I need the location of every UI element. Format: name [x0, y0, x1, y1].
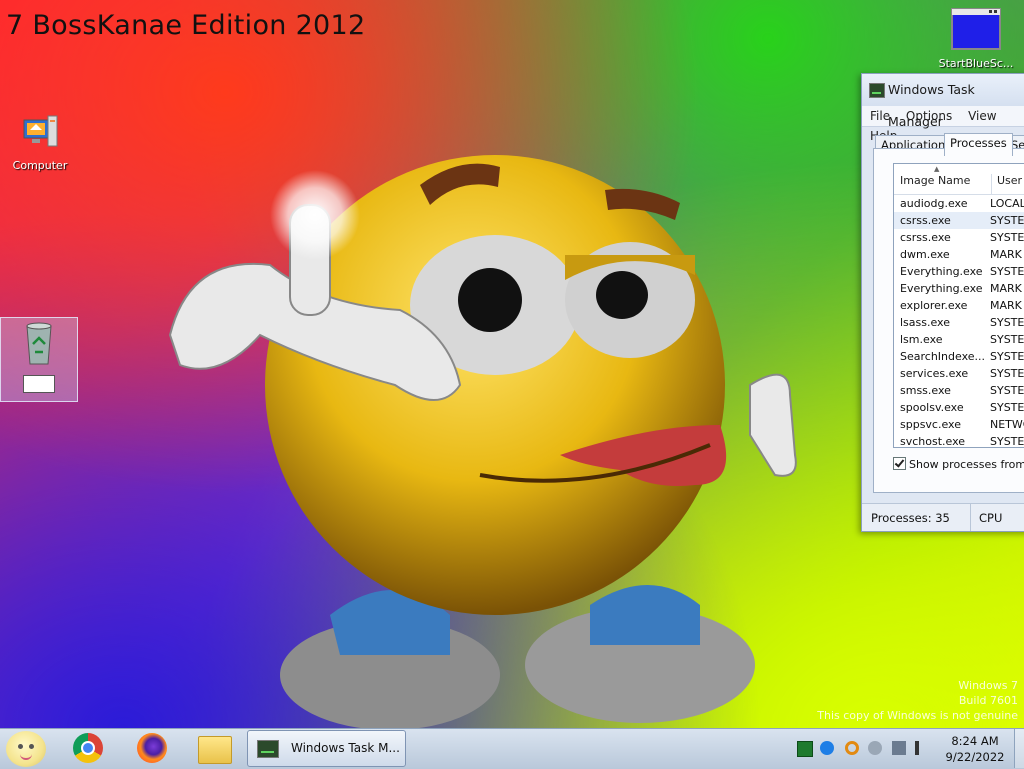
sort-ascending-icon: ▲	[934, 165, 940, 173]
process-image-name: sppsvc.exe	[900, 418, 961, 431]
process-image-name: explorer.exe	[900, 299, 968, 312]
processes-panel: ▲ Image Name User Na audiodg.exe LOCAL csr…	[873, 148, 1024, 493]
task-manager-icon	[869, 83, 885, 98]
firefox-icon[interactable]	[137, 733, 167, 763]
column-user-name[interactable]: User Na	[991, 174, 1024, 194]
process-rows: audiodg.exeLOCALcsrss.exeSYSTEMcsrss.exe…	[894, 195, 1024, 450]
tray-network-icon[interactable]	[892, 741, 906, 755]
desktop-icon-startbluescreen-label: StartBlueSc...	[938, 57, 1014, 70]
watermark-line-2: Build 7601	[958, 694, 1018, 707]
process-user-name: SYSTEM	[990, 401, 1024, 414]
process-image-name: Everything.exe	[900, 282, 983, 295]
process-user-name: SYSTEM	[990, 384, 1024, 397]
task-manager-statusbar: Processes: 35 CPU Usag	[862, 503, 1024, 531]
process-user-name: SYSTEM	[990, 350, 1024, 363]
show-desktop-button[interactable]	[1014, 729, 1024, 768]
task-manager-icon	[257, 740, 279, 758]
tray-teamviewer-icon[interactable]	[820, 741, 834, 755]
tray-smiley-icon[interactable]	[868, 741, 882, 755]
process-image-name: services.exe	[900, 367, 969, 380]
smiley-wallpaper-illustration	[168, 155, 797, 730]
task-manager-window[interactable]: Windows Task Manager File Options View H…	[861, 73, 1024, 532]
process-user-name: MARK Z	[990, 248, 1024, 261]
clock-date: 9/22/2022	[945, 750, 1005, 764]
edition-banner: 7 BossKanae Edition 2012	[6, 10, 366, 41]
process-image-name: csrss.exe	[900, 214, 951, 227]
start-smiley-eye-icon	[29, 744, 34, 749]
show-all-processes-checkbox[interactable]: Show processes from all	[893, 457, 1024, 471]
process-image-name: csrss.exe	[900, 231, 951, 244]
show-all-processes-label: Show processes from all	[909, 458, 1024, 471]
process-user-name: MARK Z	[990, 299, 1024, 312]
taskbar-button-label: Windows Task M...	[291, 741, 400, 755]
process-image-name: lsass.exe	[900, 316, 950, 329]
process-image-name: audiodg.exe	[900, 197, 968, 210]
taskbar-clock[interactable]: 8:24 AM 9/22/2022	[940, 733, 1010, 765]
process-row[interactable]: dwm.exe MARK Z	[894, 246, 1024, 263]
computer-icon	[23, 115, 58, 147]
start-button[interactable]	[6, 731, 46, 767]
process-row[interactable]: csrss.exe SYSTEM	[894, 229, 1024, 246]
tray-app-icon[interactable]	[797, 741, 813, 757]
process-user-name: LOCAL	[990, 197, 1024, 210]
process-row[interactable]: Everything.exe MARK Z	[894, 280, 1024, 297]
tray-volume-icon[interactable]	[915, 741, 927, 755]
process-user-name: SYSTEM	[990, 435, 1024, 448]
status-processes: Processes: 35	[871, 511, 950, 525]
process-row[interactable]: SearchIndexe... SYSTEM	[894, 348, 1024, 365]
process-row[interactable]: audiodg.exe LOCAL	[894, 195, 1024, 212]
watermark-line-3: This copy of Windows is not genuine	[817, 709, 1018, 722]
chrome-icon[interactable]	[73, 733, 103, 763]
process-list-header: ▲ Image Name User Na	[894, 164, 1024, 195]
tray-search-icon[interactable]	[845, 741, 859, 755]
process-user-name: SYSTEM	[990, 333, 1024, 346]
folder-icon[interactable]	[198, 736, 232, 764]
desktop-icon-computer-label: Computer	[12, 159, 68, 172]
windows-watermark: Windows 7 Build 7601 This copy of Window…	[817, 678, 1018, 723]
process-image-name: Everything.exe	[900, 265, 983, 278]
bluescreen-window-icon	[951, 8, 1001, 50]
process-row[interactable]: lsm.exe SYSTEM	[894, 331, 1024, 348]
tab-processes[interactable]: Processes	[944, 133, 1013, 156]
desktop-icon-computer[interactable]: Computer	[2, 112, 78, 172]
task-manager-titlebar[interactable]: Windows Task Manager	[862, 74, 1024, 129]
status-cpu-usage: CPU Usag	[970, 504, 1024, 531]
process-image-name: smss.exe	[900, 384, 951, 397]
process-image-name: dwm.exe	[900, 248, 950, 261]
recycle-bin-icon	[26, 322, 52, 365]
process-row[interactable]: explorer.exe MARK Z	[894, 297, 1024, 314]
start-smiley-eye-icon	[18, 744, 23, 749]
rename-field[interactable]	[23, 375, 55, 393]
process-user-name: SYSTEM	[990, 367, 1024, 380]
process-row[interactable]: Everything.exe SYSTEM	[894, 263, 1024, 280]
start-smiley-mouth-icon	[20, 753, 32, 760]
process-image-name: svchost.exe	[900, 435, 966, 448]
process-user-name: MARK Z	[990, 282, 1024, 295]
process-row[interactable]: sppsvc.exe NETWO	[894, 416, 1024, 433]
process-user-name: SYSTEM	[990, 265, 1024, 278]
taskbar-button-task-manager[interactable]: Windows Task M...	[247, 730, 406, 767]
watermark-line-1: Windows 7	[958, 679, 1018, 692]
process-list[interactable]: ▲ Image Name User Na audiodg.exe LOCAL csr…	[893, 163, 1024, 448]
process-image-name: spoolsv.exe	[900, 401, 964, 414]
process-row[interactable]: csrss.exe SYSTEM	[894, 212, 1024, 229]
desktop-icon-startbluescreen[interactable]: StartBlueSc...	[936, 8, 1016, 70]
process-row[interactable]: services.exe SYSTEM	[894, 365, 1024, 382]
process-user-name: SYSTEM	[990, 316, 1024, 329]
column-image-name[interactable]: Image Name	[900, 174, 970, 187]
checkbox-checked-icon[interactable]	[893, 457, 906, 470]
process-row[interactable]: svchost.exe SYSTEM	[894, 433, 1024, 450]
process-row[interactable]: smss.exe SYSTEM	[894, 382, 1024, 399]
menu-view[interactable]: View	[968, 109, 996, 123]
task-manager-menubar: File Options View Help	[862, 106, 1024, 143]
process-row[interactable]: lsass.exe SYSTEM	[894, 314, 1024, 331]
process-user-name: SYSTEM	[990, 214, 1024, 227]
process-row[interactable]: spoolsv.exe SYSTEM	[894, 399, 1024, 416]
process-user-name: SYSTEM	[990, 231, 1024, 244]
process-image-name: lsm.exe	[900, 333, 943, 346]
process-image-name: SearchIndexe...	[900, 350, 985, 363]
clock-time: 8:24 AM	[951, 734, 999, 748]
process-user-name: NETWO	[990, 418, 1024, 431]
desktop-icon-recycle-bin[interactable]	[0, 317, 78, 402]
